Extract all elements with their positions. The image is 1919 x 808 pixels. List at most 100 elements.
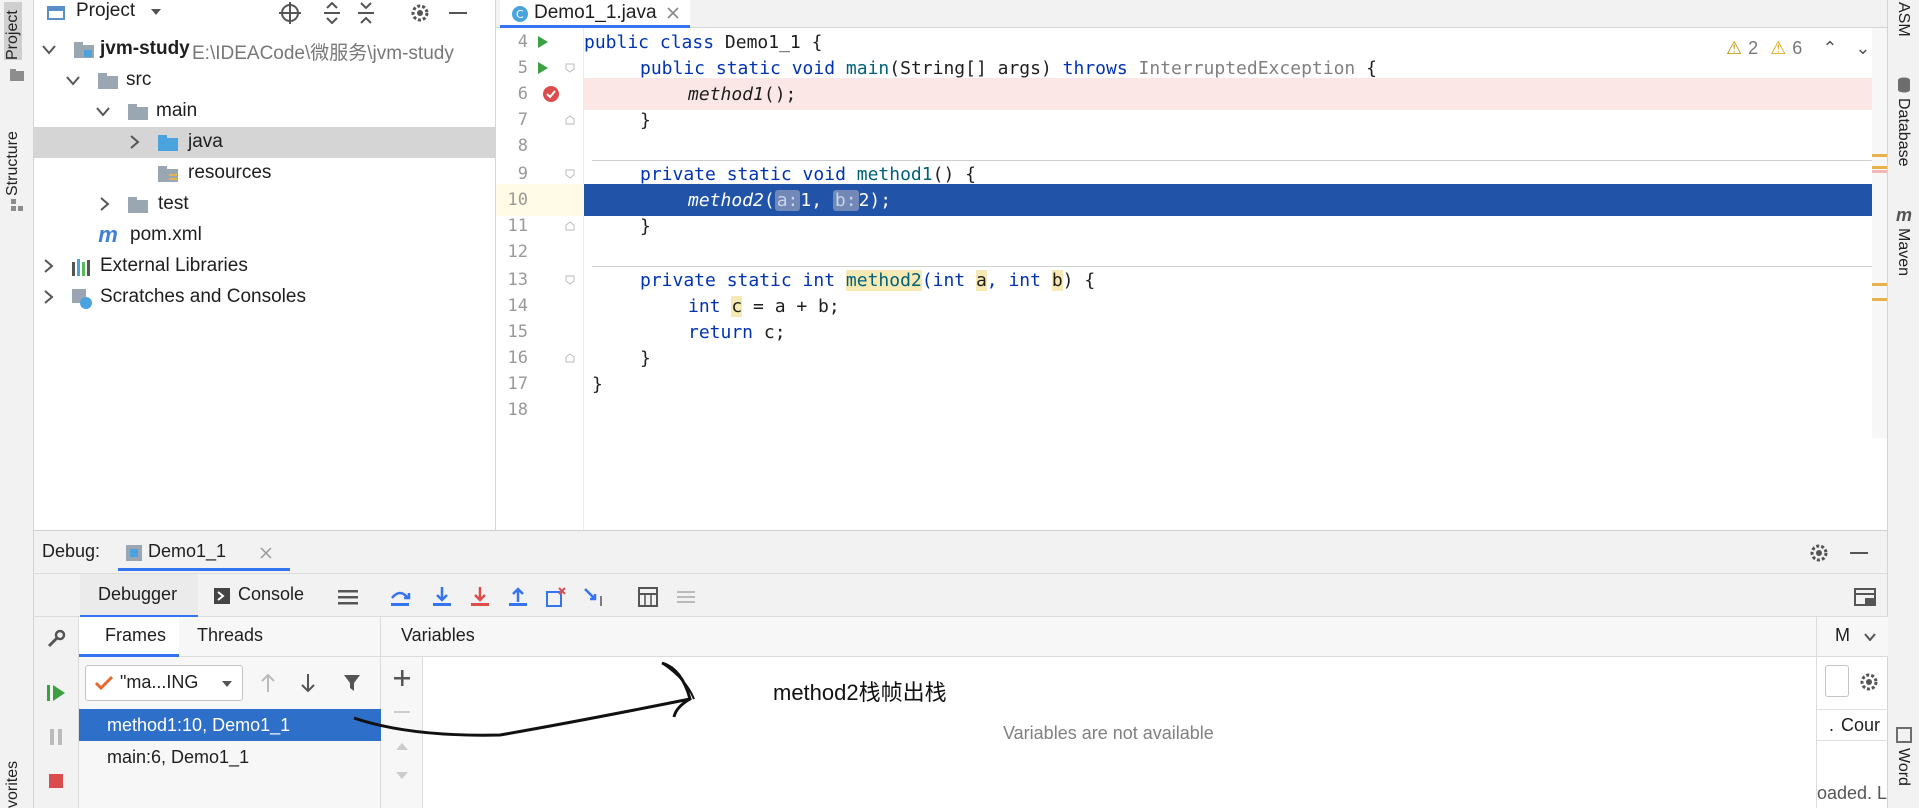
step-into-icon[interactable] xyxy=(430,585,454,609)
tree-item-main[interactable]: main xyxy=(34,96,496,127)
fold-icon[interactable] xyxy=(564,62,576,74)
tab-console-label: Console xyxy=(238,584,305,604)
force-step-into-icon[interactable] xyxy=(468,585,492,609)
locate-icon[interactable] xyxy=(278,1,302,25)
chevron-right-icon[interactable] xyxy=(42,290,56,304)
tree-item-test[interactable]: test xyxy=(34,189,496,220)
run-icon[interactable] xyxy=(536,34,550,50)
thread-selector[interactable]: "ma...ING xyxy=(85,665,243,701)
fold-icon[interactable] xyxy=(564,168,576,180)
java-class-icon: C xyxy=(510,4,530,24)
run-config-icon xyxy=(124,543,144,563)
warning-marker[interactable] xyxy=(1872,283,1887,286)
tree-item-scratches[interactable]: Scratches and Consoles xyxy=(34,282,496,313)
run-to-cursor-icon[interactable] xyxy=(582,585,606,609)
tree-item-pom[interactable]: m pom.xml xyxy=(34,220,496,251)
project-panel-title[interactable]: Project xyxy=(76,0,135,22)
stop-icon[interactable] xyxy=(44,769,68,793)
tree-item-label: main xyxy=(156,100,198,121)
arrow-up-icon[interactable] xyxy=(257,671,279,695)
minimize-icon[interactable] xyxy=(446,1,470,25)
resume-icon[interactable] xyxy=(44,681,68,705)
maven-tool-tab[interactable]: Maven xyxy=(1894,228,1912,276)
tree-item-label: Scratches and Consoles xyxy=(100,286,306,307)
tree-item-java[interactable]: java xyxy=(34,127,496,158)
run-icon[interactable] xyxy=(536,60,550,76)
breakpoint-icon[interactable] xyxy=(542,85,560,103)
tree-item-path: E:\IDEACode\微服务\jvm-study xyxy=(192,43,454,64)
minimize-icon[interactable] xyxy=(1848,542,1870,564)
step-out-icon[interactable] xyxy=(506,585,530,609)
parameter-hint: b: xyxy=(832,189,859,211)
favorites-tool-tab[interactable]: vorites xyxy=(4,750,22,808)
warning-marker[interactable] xyxy=(1872,298,1887,301)
word-tool-tab[interactable]: Word xyxy=(1894,748,1912,786)
tab-threads[interactable]: Threads xyxy=(183,617,293,657)
svg-text:C: C xyxy=(516,8,524,21)
gear-icon[interactable] xyxy=(1857,671,1881,693)
tree-item-external-libraries[interactable]: External Libraries xyxy=(34,251,496,282)
chevron-right-icon[interactable] xyxy=(128,135,142,149)
fold-icon[interactable] xyxy=(564,220,576,232)
structure-tool-tab[interactable]: Structure xyxy=(4,112,22,196)
move-down-icon[interactable] xyxy=(391,765,413,787)
warning-marker[interactable] xyxy=(1872,154,1887,157)
tree-item-label: test xyxy=(158,193,189,214)
tree-item-src[interactable]: src xyxy=(34,65,496,96)
code-text: private static int method2(int a, int b)… xyxy=(640,269,1096,291)
code-editor[interactable]: ⚠ 2 ⚠ 6 ⌃ ⌄ 4 public class Demo1_1 { 5 p… xyxy=(496,28,1887,530)
error-stripe[interactable] xyxy=(1872,28,1887,438)
tab-frames[interactable]: Frames xyxy=(79,617,179,657)
frame-item[interactable]: main:6, Demo1_1 xyxy=(79,741,381,773)
restore-layout-icon[interactable] xyxy=(1852,585,1878,609)
step-over-icon[interactable] xyxy=(388,585,412,609)
debug-session-tab[interactable]: Demo1_1 xyxy=(118,535,290,571)
gear-icon[interactable] xyxy=(1808,542,1830,564)
gear-icon[interactable] xyxy=(408,1,432,25)
tab-console[interactable]: Console xyxy=(210,574,340,618)
close-icon[interactable] xyxy=(666,6,680,20)
arrow-down-icon[interactable] xyxy=(297,671,319,695)
fold-icon[interactable] xyxy=(564,352,576,364)
fold-icon[interactable] xyxy=(564,274,576,286)
tree-item-resources[interactable]: resources xyxy=(34,158,496,189)
chevron-down-icon[interactable] xyxy=(66,74,80,88)
expand-all-icon[interactable] xyxy=(320,1,344,25)
editor-tab-demo1-1[interactable]: C Demo1_1.java xyxy=(500,0,690,28)
thread-selector-value: "ma...ING xyxy=(120,672,199,692)
evaluate-expression-icon[interactable] xyxy=(636,585,660,609)
layout-menu-icon[interactable] xyxy=(336,586,360,608)
code-text: } xyxy=(592,373,603,395)
folder-icon xyxy=(96,72,120,90)
frames-tabs: Frames Threads xyxy=(79,617,381,657)
chevron-right-icon[interactable] xyxy=(42,259,56,273)
chevron-down-icon[interactable] xyxy=(96,105,110,119)
asm-tool-tab[interactable]: ASM xyxy=(1894,2,1912,37)
fold-icon[interactable] xyxy=(564,114,576,126)
breakpoint-marker[interactable] xyxy=(1872,170,1887,173)
editor-tab-label: Demo1_1.java xyxy=(534,2,657,23)
trace-stream-icon[interactable] xyxy=(674,585,698,609)
chevron-down-icon[interactable] xyxy=(42,43,56,57)
chevron-right-icon[interactable] xyxy=(98,197,112,211)
tab-debugger[interactable]: Debugger xyxy=(80,574,198,618)
warning-marker[interactable] xyxy=(1872,166,1887,169)
database-icon xyxy=(1895,76,1913,94)
pause-icon[interactable] xyxy=(44,725,68,749)
drop-frame-icon[interactable] xyxy=(544,585,568,609)
chevron-down-icon[interactable] xyxy=(148,4,164,20)
debug-label: Debug: xyxy=(42,541,101,561)
chevron-down-icon[interactable] xyxy=(1863,631,1877,643)
tree-item-jvm-study[interactable]: jvm-study E:\IDEACode\微服务\jvm-study xyxy=(34,34,496,65)
database-tool-tab[interactable]: Database xyxy=(1894,98,1912,167)
frame-item-selected[interactable]: method1:10, Demo1_1 xyxy=(79,709,381,741)
wrench-icon[interactable] xyxy=(44,627,68,651)
line-number: 17 xyxy=(507,374,528,394)
frames-panel: Frames Threads "ma...ING method1:10, Dem… xyxy=(79,617,381,808)
close-icon[interactable] xyxy=(260,547,272,559)
watches-header: M xyxy=(1817,617,1888,657)
collapse-all-icon[interactable] xyxy=(354,1,378,25)
watches-search-field[interactable] xyxy=(1825,665,1849,697)
project-tool-tab[interactable]: Project xyxy=(4,2,22,60)
libraries-icon xyxy=(70,257,94,277)
